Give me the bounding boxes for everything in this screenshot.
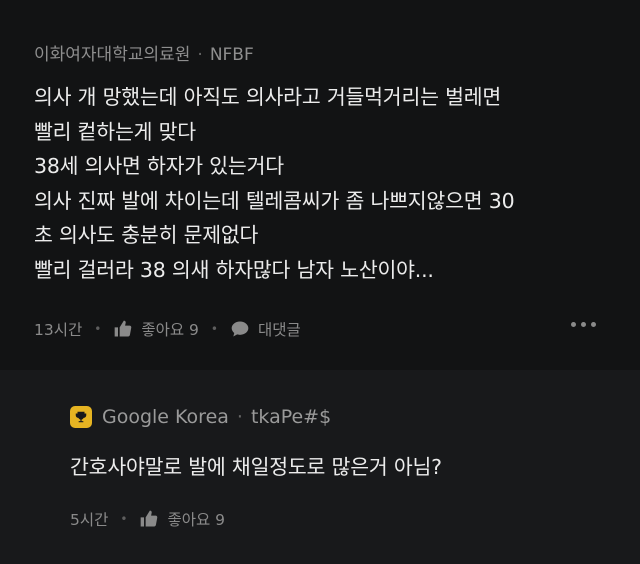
like-label: 좋아요 9 [167, 511, 226, 529]
comment-line: 의사 개 망했는데 아직도 의사라고 거들먹거리는 벌레면 [34, 85, 502, 109]
comment-header: 이화여자대학교의료원 · NFBF [34, 40, 254, 65]
comment-line: 의사 진짜 발에 차이는데 텔레콤씨가 좀 나쁘지않으면 30 [34, 188, 515, 213]
reply-comment: Google Korea · tkaPe#$ 간호사야말로 발에 채일정도로 많은거… [0, 370, 640, 564]
like-button[interactable]: 좋아요 9 [113, 318, 199, 340]
like-button[interactable]: 좋아요 9 [139, 508, 225, 530]
comment: 이화여자대학교의료원 · NFBF 의사 개 망했는데 아직도 의사라고 거들먹거리… [0, 0, 640, 370]
comment-line: 빨리 컽하는게 맞다 [34, 119, 196, 144]
more-dots-icon[interactable] [571, 322, 596, 327]
comment-line: 초 의사도 충분히 문제없다 [34, 223, 259, 247]
comment-line: 38세 의사면 하자가 있는거다 [34, 154, 284, 178]
reply-author-name[interactable]: Google Korea [102, 406, 229, 428]
reply-button[interactable]: 대댓글 [230, 318, 301, 340]
separator-dot: · [197, 45, 203, 65]
speech-bubble-icon [231, 321, 249, 337]
reply-meta: 5시간 • 좋아요 9 [70, 508, 225, 530]
reply-author-nickname: tkaPe#$ [250, 406, 332, 428]
comment-body: 의사 개 망했는데 아직도 의사라고 거들먹거리는 벌레면 빨리 컽하는게 맞다… [34, 80, 624, 287]
reply-label: 대댓글 [257, 321, 301, 339]
thumbs-up-icon [114, 320, 132, 337]
author-name[interactable]: 이화여자대학교의료원 [34, 45, 190, 65]
like-label: 좋아요 9 [141, 321, 199, 339]
comment-meta: 13시간 • 좋아요 9 • 대댓글 [34, 318, 301, 340]
timestamp: 5시간 [70, 511, 109, 529]
separator-dot: · [236, 406, 243, 428]
timestamp: 13시간 [34, 321, 83, 339]
trophy-icon [70, 406, 92, 428]
thumbs-up-icon [141, 510, 158, 527]
comment-line: 빨리 걸러라 38 의새 하자많다 남자 노산이야... [34, 257, 434, 282]
reply-text: 간호사야말로 발에 채일정도로 많은거 아님? [70, 455, 442, 479]
reply-header: Google Korea · tkaPe#$ [70, 406, 331, 428]
author-nickname: NFBF [209, 45, 254, 65]
